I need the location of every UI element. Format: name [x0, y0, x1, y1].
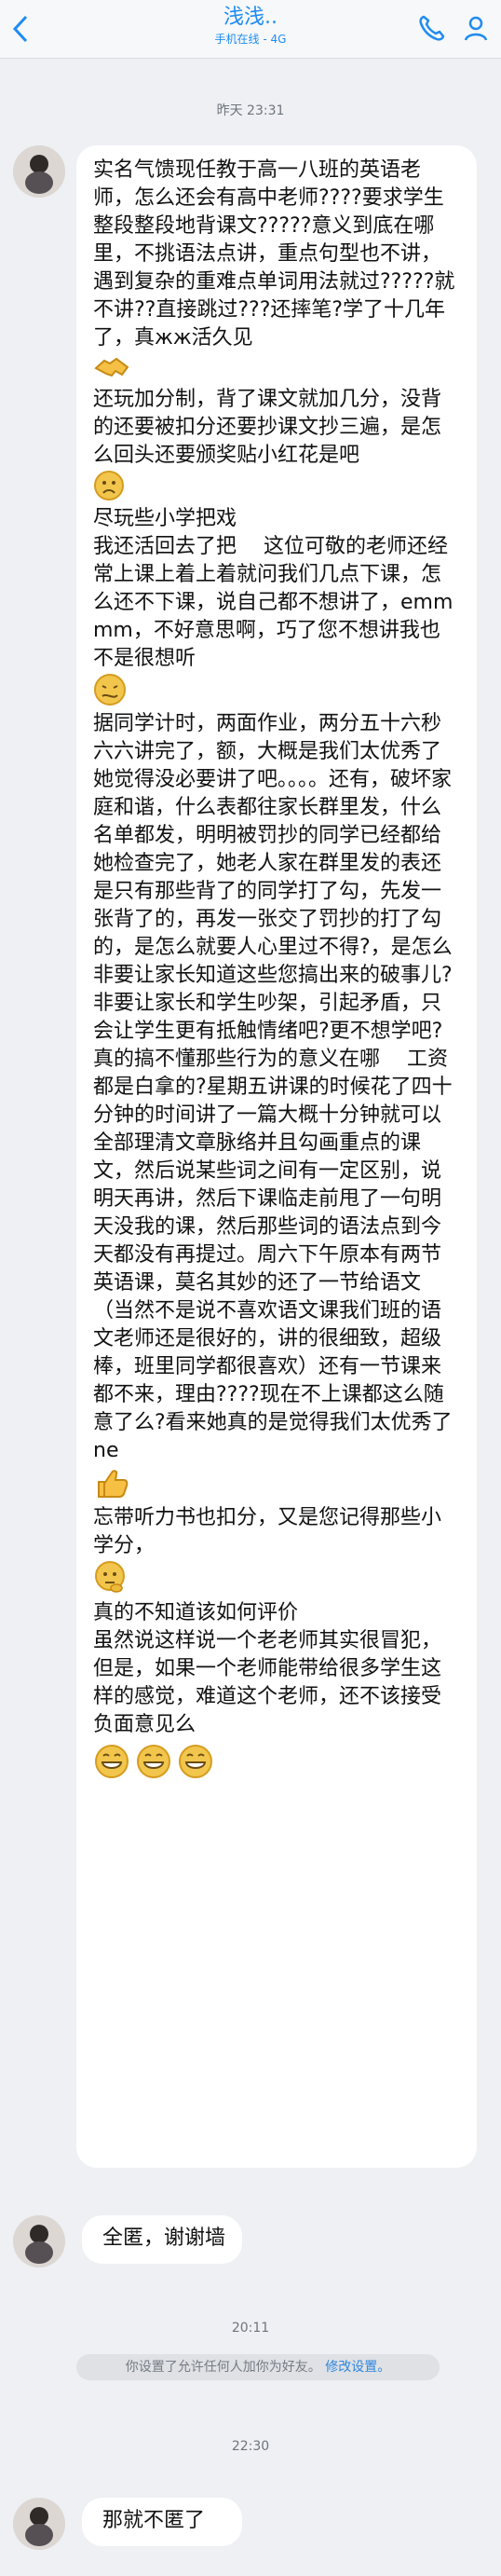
confused-face-emoji — [93, 673, 127, 710]
avatar — [13, 145, 65, 198]
message-text-short-1: 全匿，谢谢墙 — [102, 2227, 226, 2250]
message-bubble-short-2: 那就不匿了 — [82, 2498, 242, 2546]
timestamp-3: 22:30 — [231, 2439, 270, 2454]
message-text-2: 还玩加分制，背了课文就加几分，没背的还要被扣分还要抄课文抄三遍，是怎么回头还要颁… — [93, 388, 442, 467]
message-text-5: 忘带听力书也扣分，又是您记得那些小学分， — [93, 1506, 442, 1557]
avatar — [13, 2215, 65, 2268]
message-bubble-long: 实名气馈现任教于高一八班的英语老师，怎么还会有高中老师????要求学生整段整段地… — [76, 145, 477, 2168]
message-text-1: 实名气馈现任教于高一八班的英语老师，怎么还会有高中老师????要求学生整段整段地… — [93, 158, 455, 349]
message-text-6: 真的不知道该如何评价 虽然说这样说一个老老师其实很冒犯，但是，如果一个老师能带给… — [93, 1601, 442, 1736]
grinning-face-emoji — [93, 1743, 130, 1784]
chat-header: 浅浅.. 手机在线 - 4G — [0, 0, 501, 59]
message-text-4: 据同学计时，两面作业，两分五十六秒六六讲完了，额，大概是我们太优秀了她觉得没必要… — [93, 712, 453, 1462]
thumbs-up-emoji — [93, 1465, 130, 1504]
avatar — [13, 2498, 65, 2550]
modify-settings-link[interactable]: 修改设置。 — [325, 2360, 390, 2375]
message-text-3: 尽玩些小学把戏 我还活回去了把 这位可敬的老师还经常上课上着上着就问我们几点下课… — [93, 507, 454, 670]
grinning-emoji-group — [93, 1743, 460, 1784]
thinking-face-emoji — [93, 1560, 129, 1599]
privacy-notice: 你设置了允许任何人加你为好友。 修改设置。 — [76, 2354, 440, 2380]
privacy-notice-text: 你设置了允许任何人加你为好友。 — [125, 2360, 321, 2375]
timestamp-1: 昨天 23:31 — [216, 103, 285, 118]
profile-icon[interactable] — [460, 13, 492, 45]
handshake-emoji — [93, 352, 132, 386]
sad-face-emoji — [93, 470, 125, 505]
message-bubble-short-1: 全匿，谢谢墙 — [82, 2215, 242, 2264]
phone-icon[interactable] — [415, 13, 447, 45]
message-text-short-2: 那就不匿了 — [102, 2509, 206, 2532]
grinning-face-emoji — [135, 1743, 172, 1784]
timestamp-2: 20:11 — [231, 2321, 270, 2336]
grinning-face-emoji — [177, 1743, 214, 1784]
